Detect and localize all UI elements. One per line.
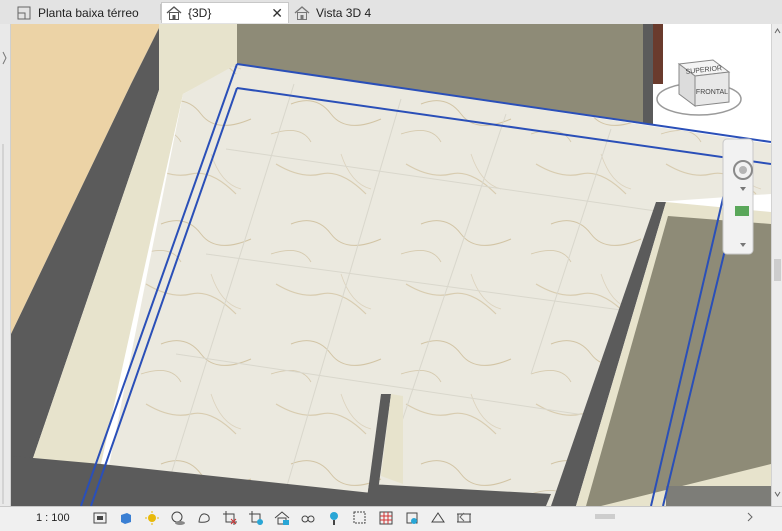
temporary-hide-icon[interactable] [300, 510, 316, 526]
floor-plan-icon [16, 5, 32, 21]
view-scale[interactable]: 1 : 100 [36, 512, 92, 524]
house-3d-icon [294, 5, 310, 21]
close-icon[interactable]: ✕ [271, 5, 283, 21]
zoom-icon[interactable] [735, 206, 749, 216]
tab-label: Vista 3D 4 [316, 5, 372, 20]
shadows-icon[interactable] [170, 510, 186, 526]
steering-wheel-center [739, 166, 747, 174]
scrollbar-thumb [595, 514, 615, 519]
scroll-left-icon [459, 512, 465, 522]
vertical-scrollbar[interactable] [771, 24, 782, 506]
3d-view-canvas[interactable]: SUPERIOR FRONTAL [11, 24, 771, 506]
tab-label: {3D} [188, 6, 212, 20]
visual-style-icon[interactable] [118, 510, 134, 526]
crop-view-icon[interactable] [222, 510, 238, 526]
tab-planta-baixa-terreo[interactable]: Planta baixa térreo [12, 2, 160, 23]
detail-level-icon[interactable] [92, 510, 108, 526]
house-3d-icon [166, 5, 182, 21]
unlock-3d-view-icon[interactable] [274, 510, 290, 526]
left-panel-edge[interactable] [0, 24, 11, 506]
view-tab-bar: Planta baixa térreo {3D} ✕ Vista 3D 4 [0, 0, 782, 25]
reveal-hidden-icon[interactable] [326, 510, 342, 526]
worksharing-display-icon[interactable] [430, 510, 446, 526]
stone-floor [666, 486, 771, 506]
scrollbar-thumb [774, 259, 781, 281]
door-frame [653, 24, 663, 84]
scroll-right-icon [747, 512, 753, 522]
sun-path-icon[interactable] [144, 510, 160, 526]
horizontal-scrollbar[interactable] [458, 510, 758, 524]
view-control-bar: 1 : 100 [0, 506, 782, 528]
viewcube-front-label[interactable]: FRONTAL [696, 89, 728, 96]
wall-back-edge [643, 24, 653, 124]
tab-3d[interactable]: {3D} ✕ [161, 2, 289, 23]
show-crop-region-icon[interactable] [248, 510, 264, 526]
tab-label: Planta baixa térreo [38, 5, 139, 20]
navigation-bar[interactable] [722, 138, 754, 255]
reveal-constraints-icon[interactable] [404, 510, 420, 526]
tab-vista-3d-4[interactable]: Vista 3D 4 [290, 2, 410, 23]
3d-model-render[interactable]: SUPERIOR FRONTAL [11, 24, 771, 506]
rendering-icon[interactable] [196, 510, 212, 526]
highlight-displacement-icon[interactable] [378, 510, 394, 526]
analytical-model-icon[interactable] [352, 510, 368, 526]
